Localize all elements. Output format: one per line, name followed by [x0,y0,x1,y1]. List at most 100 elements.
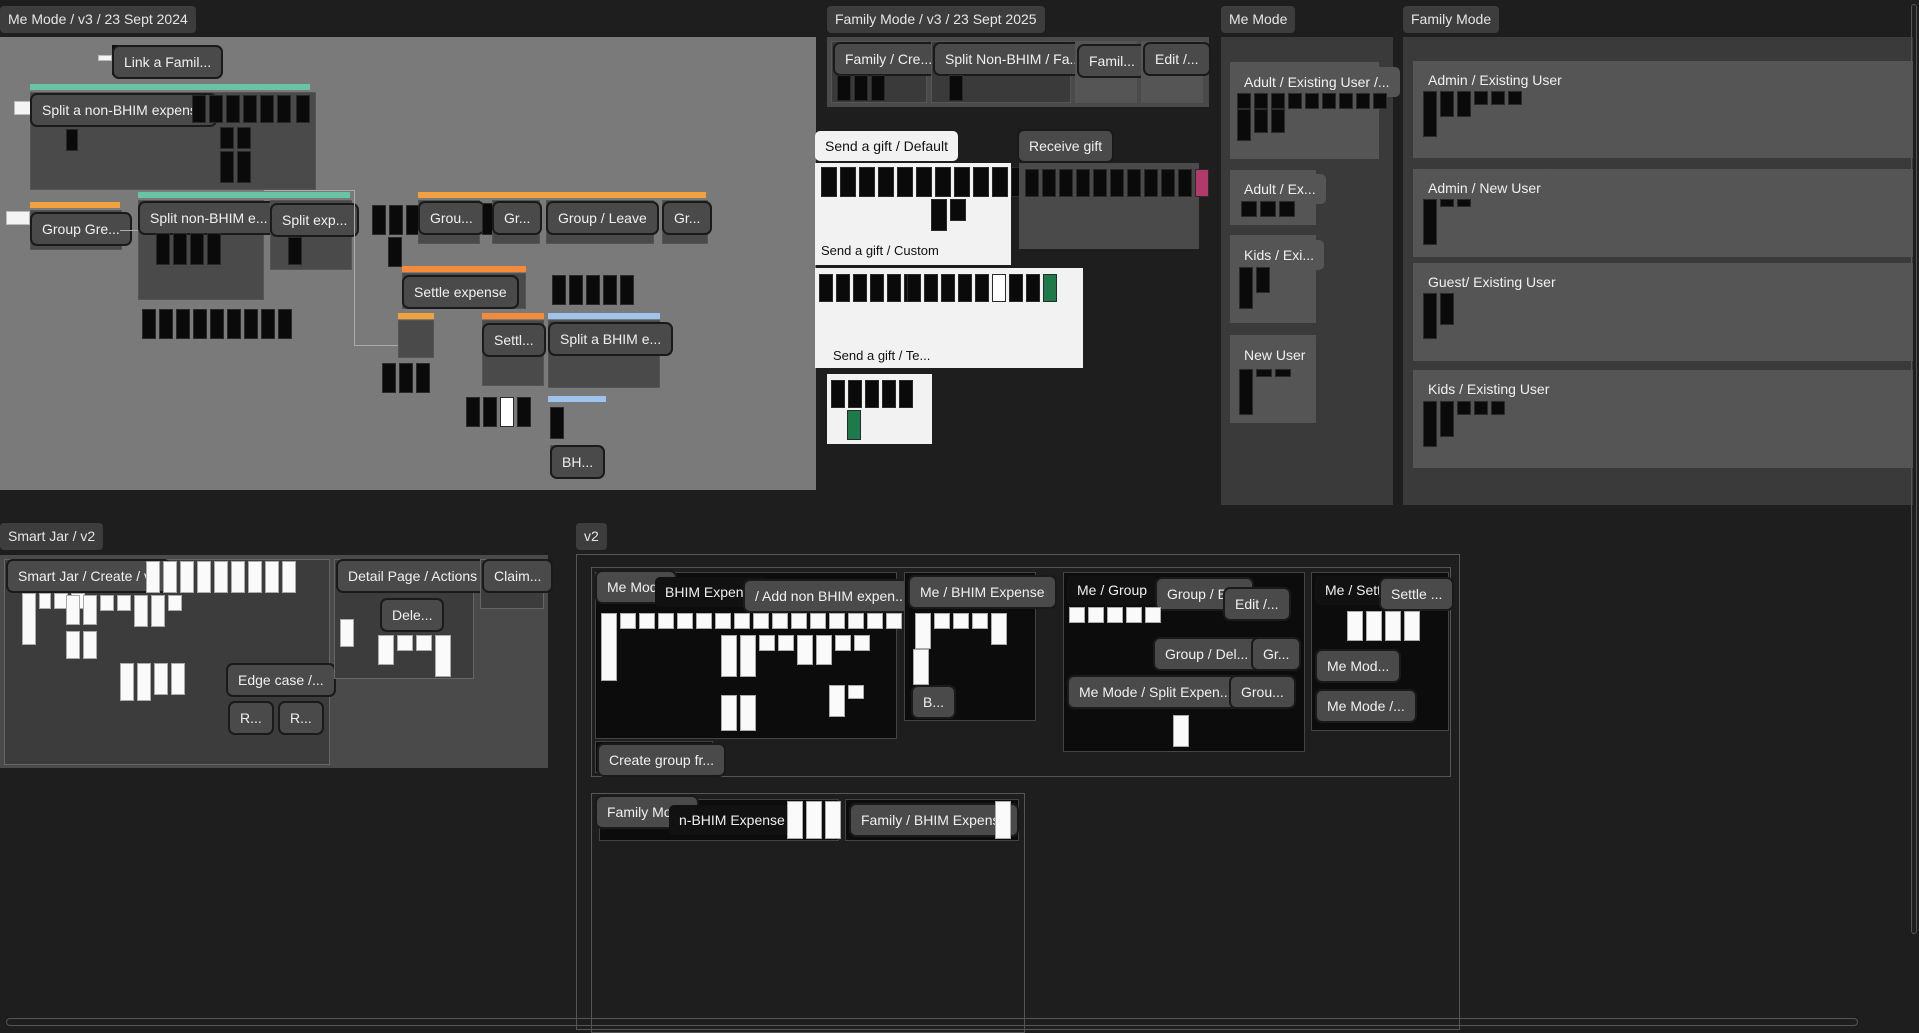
edit-chip[interactable]: Edit /... [1145,44,1209,74]
add-non-bhim-chip[interactable]: / Add non BHIM expen... [745,581,917,611]
thumbs [1423,91,1522,137]
thumbs [1347,611,1420,641]
grou-v2-chip[interactable]: Grou... [1231,677,1294,707]
adult-ex-chip[interactable]: Adult / Ex... [1234,174,1326,204]
family-mode-section[interactable]: Admin / Existing User Admin / New User G… [1403,37,1913,505]
split-bhim-chip[interactable]: Split a BHIM e... [550,324,672,354]
link-family-chip[interactable]: Link a Famil... [114,47,222,77]
me-mode-slash-chip[interactable]: Me Mode /... [1317,691,1415,721]
me-split-expen-chip[interactable]: Me Mode / Split Expen... [1069,677,1242,707]
thumbs [1241,201,1295,217]
section-label-family-mode-v3[interactable]: Family Mode / v3 / 23 Sept 2025 [827,6,1045,33]
send-gift-custom-label[interactable]: Send a gift / Custom [821,243,939,258]
bh-chip[interactable]: BH... [552,447,604,477]
detail-actions-chip[interactable]: Detail Page / Actions [338,561,488,591]
receive-gift-section[interactable] [1019,163,1209,249]
gr-chip-2[interactable]: Gr... [664,203,711,233]
edge-case-chip[interactable]: Edge case /... [228,665,334,695]
create-group-chip[interactable]: Create group fr... [599,745,725,775]
thumbs [340,619,354,647]
famil-chip[interactable]: Famil... [1079,46,1145,76]
kids-exi-chip[interactable]: Kids / Exi... [1234,240,1325,270]
v2-section[interactable]: Me Mode BHIM Expense / Add non BHIM expe… [576,554,1460,1033]
dele-chip[interactable]: Dele... [382,600,443,630]
thumbs [1239,267,1270,309]
group-del-chip[interactable]: Group / Del... [1155,639,1259,669]
section-label-smart-jar[interactable]: Smart Jar / v2 [0,523,104,550]
thumbs [156,233,221,265]
thumbs [1069,607,1161,623]
group-leave-chip[interactable]: Group / Leave [548,203,657,233]
family-cre-chip[interactable]: Family / Cre... [835,44,943,74]
me-mod-chip[interactable]: Me Mod... [1317,651,1400,681]
gr-v2-chip[interactable]: Gr... [1253,639,1300,669]
connector [354,345,398,346]
thumbs [907,274,1057,302]
thumbs [831,380,913,408]
grou-chip[interactable]: Grou... [420,203,483,233]
connector [264,190,354,191]
gr-chip-1[interactable]: Gr... [494,203,541,233]
section-bar [30,202,120,208]
thumbs [1025,169,1209,197]
thumbs [388,237,402,267]
settle-chip[interactable]: Settle ... [1381,579,1453,609]
horizontal-scrollbar[interactable] [6,1018,1858,1026]
thumbs [995,801,1011,839]
thumbs [66,129,78,151]
thumbs [821,167,1046,197]
split-non-bhim-e-chip[interactable]: Split non-BHIM e... [140,203,278,233]
thumbs [66,631,97,659]
settl-chip[interactable]: Settl... [484,325,544,355]
thumbs [1237,109,1285,141]
thumbs [1423,293,1454,339]
me-mode-v3-section[interactable]: Link a Famil... Split a non-BHIM expense… [0,37,816,490]
non-bhim-expense-chip[interactable]: n-BHIM Expense [669,805,795,835]
section-label-family-mode[interactable]: Family Mode [1403,6,1500,33]
new-user-chip[interactable]: New User [1234,340,1316,370]
send-gift-te-label[interactable]: Send a gift / Te... [833,348,930,363]
thumbs [552,275,634,305]
thumbs [915,613,1007,649]
section-label-me-mode-v3[interactable]: Me Mode / v3 / 23 Sept 2024 [0,6,196,33]
thumbs [787,801,841,839]
thumbs [220,151,251,183]
section-label-me-mode[interactable]: Me Mode [1221,6,1296,33]
section-bar [548,313,660,319]
r-chip-2[interactable]: R... [280,703,322,733]
vertical-scrollbar[interactable] [1910,0,1918,1030]
sticky-note [98,55,112,61]
r-chip-1[interactable]: R... [230,703,272,733]
family-mode-v3-section[interactable]: Family / Cre... Split Non-BHIM / Fa... F… [827,37,1209,107]
me-bhim-expense-chip[interactable]: Me / BHIM Expense [910,577,1055,607]
section-bar [548,396,606,402]
settle-expense-chip[interactable]: Settle expense [404,277,517,307]
thumbs [949,75,963,101]
gift-extra-section[interactable] [827,374,932,444]
me-group-chip[interactable]: Me / Group [1067,575,1158,605]
section-label-v2[interactable]: v2 [576,523,607,550]
thumbs [931,199,966,231]
vertical-scroll-thumb[interactable] [1911,4,1917,934]
thumbs [913,649,929,685]
smart-jar-create-chip[interactable]: Smart Jar / Create / v2 [8,561,169,591]
split-fa-chip[interactable]: Split Non-BHIM / Fa... [935,44,1092,74]
smart-jar-section[interactable]: Smart Jar / Create / v2 Edge case /... R… [0,555,552,768]
edit-slash-chip[interactable]: Edit /... [1225,589,1289,619]
split-exp-chip[interactable]: Split exp... [272,205,358,235]
send-gift-default-chip[interactable]: Send a gift / Default [815,131,958,161]
split-non-bhim-chip[interactable]: Split a non-BHIM expense [32,95,215,125]
send-gift-te-section[interactable]: Send a gift / Te... [815,268,1083,368]
receive-gift-chip[interactable]: Receive gift [1019,131,1113,161]
me-mode-section[interactable]: Adult / Existing User /... Adult / Ex...… [1221,37,1400,505]
b-chip[interactable]: B... [913,687,955,717]
claim-chip[interactable]: Claim... [484,561,552,591]
thumbs [220,127,251,149]
family-bhim-expense-chip[interactable]: Family / BHIM Expense [851,805,1018,835]
kids-existing-chip[interactable]: Kids / Existing User [1418,374,1560,404]
small-frame[interactable] [398,320,434,358]
thumbs [1239,369,1291,415]
section-bar [398,313,434,319]
group-gre-chip[interactable]: Group Gre... [32,214,130,244]
thumbs [837,75,885,101]
